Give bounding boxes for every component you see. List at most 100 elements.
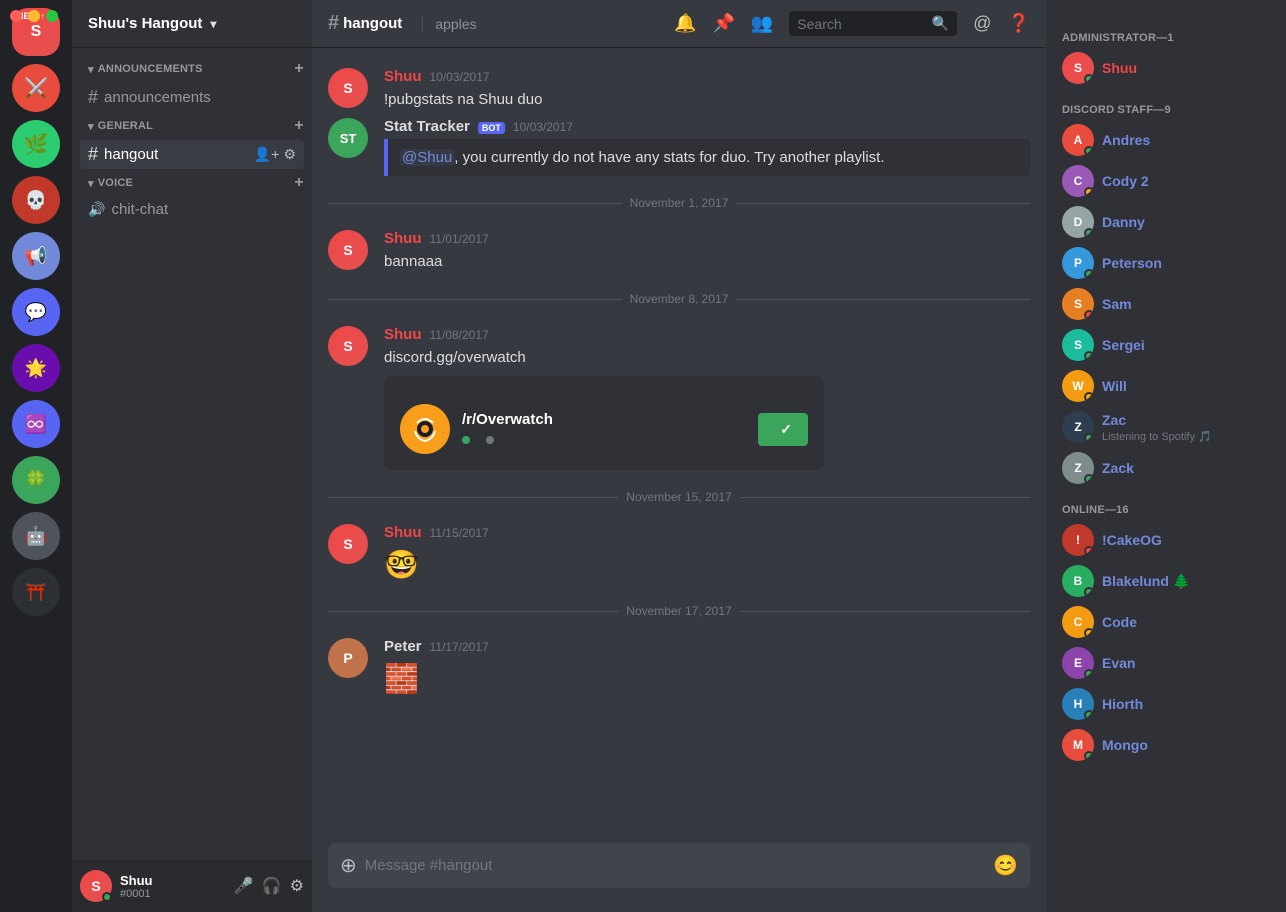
member-avatar: S xyxy=(1062,52,1094,84)
user-tag: #0001 xyxy=(120,888,226,900)
member-item-zac[interactable]: Z Zac Listening to Spotify 🎵 xyxy=(1054,407,1278,447)
member-item-danny[interactable]: D Danny xyxy=(1054,202,1278,242)
server-icon-discord[interactable]: 💬 xyxy=(12,288,60,336)
member-item-andres[interactable]: A Andres xyxy=(1054,120,1278,160)
message-group: S Shuu 11/15/2017 🤓 xyxy=(312,520,1046,588)
server-icon-infinity[interactable]: ♾️ xyxy=(12,400,60,448)
status-dot xyxy=(102,892,112,902)
member-avatar: W xyxy=(1062,370,1094,402)
avatar: ST xyxy=(328,118,368,158)
message-timestamp: 11/01/2017 xyxy=(430,232,489,246)
maximize-button[interactable] xyxy=(46,10,58,22)
channel-item-announcements[interactable]: # announcements xyxy=(80,83,304,112)
search-box[interactable]: 🔍 xyxy=(789,11,957,36)
help-icon[interactable]: ❓ xyxy=(1008,13,1030,34)
category-voice[interactable]: ▾ VOICE + xyxy=(72,170,312,196)
add-channel-button[interactable]: + xyxy=(294,60,304,78)
members-icon[interactable]: 👥 xyxy=(751,13,773,34)
user-avatar: S xyxy=(80,870,112,902)
join-button[interactable]: ✓ xyxy=(758,413,808,446)
close-button[interactable] xyxy=(10,10,22,22)
message-group: ST Stat Tracker BOT 10/03/2017 @Shuu, yo… xyxy=(312,114,1046,180)
member-item-sergei[interactable]: S Sergei xyxy=(1054,325,1278,365)
date-label: November 1, 2017 xyxy=(630,196,729,210)
bot-badge: BOT xyxy=(478,122,505,134)
avatar: S xyxy=(328,326,368,366)
status-indicator xyxy=(1084,751,1094,761)
member-item-shuu[interactable]: S Shuu xyxy=(1054,48,1278,88)
date-label: November 8, 2017 xyxy=(630,292,729,306)
message-group: P Peter 11/17/2017 🧱 xyxy=(312,634,1046,702)
member-item-blakelund[interactable]: B Blakelund 🌲 xyxy=(1054,561,1278,601)
invite-server-name: /r/Overwatch xyxy=(462,411,746,428)
avatar: S xyxy=(328,230,368,270)
member-avatar: E xyxy=(1062,647,1094,679)
microphone-icon[interactable]: 🎤 xyxy=(234,876,254,896)
server-icon-events2[interactable]: 🌟 xyxy=(12,344,60,392)
pin-icon[interactable]: 📌 xyxy=(712,13,734,34)
message-text: 🧱 xyxy=(384,659,1030,698)
settings-icon[interactable]: ⚙ xyxy=(283,146,296,163)
minimize-button[interactable] xyxy=(28,10,40,22)
speaker-icon: 🔊 xyxy=(88,201,105,218)
member-item-cakeog[interactable]: ! !CakeOG xyxy=(1054,520,1278,560)
member-count xyxy=(486,432,498,447)
avatar: S xyxy=(328,524,368,564)
search-icon: 🔍 xyxy=(932,15,949,32)
channel-item-chit-chat[interactable]: 🔊 chit-chat xyxy=(80,197,304,222)
member-name: Shuu xyxy=(1102,60,1137,76)
member-category-staff: DISCORD STAFF—9 xyxy=(1062,104,1270,116)
server-icon-leaf[interactable]: 🍀 xyxy=(12,456,60,504)
collapse-icon: ▾ xyxy=(88,63,94,76)
headphone-icon[interactable]: 🎧 xyxy=(262,876,282,896)
avatar: S xyxy=(328,68,368,108)
member-item-evan[interactable]: E Evan xyxy=(1054,643,1278,683)
message-group: S Shuu 11/01/2017 bannaaa xyxy=(312,226,1046,276)
server-icon-bot[interactable]: 🤖 xyxy=(12,512,60,560)
add-file-button[interactable]: ⊕ xyxy=(340,843,357,888)
member-item-code[interactable]: C Code xyxy=(1054,602,1278,642)
member-item-sam[interactable]: S Sam xyxy=(1054,284,1278,324)
channel-name-announcements: announcements xyxy=(104,89,211,106)
server-icon-pokemon[interactable]: ⚔️ xyxy=(12,64,60,112)
add-channel-button[interactable]: + xyxy=(294,174,304,192)
member-avatar: C xyxy=(1062,606,1094,638)
member-item-cody[interactable]: C Cody 2 xyxy=(1054,161,1278,201)
channel-list: ▾ ANNOUNCEMENTS + # announcements ▾ GENE… xyxy=(72,48,312,860)
member-item-zack[interactable]: Z Zack xyxy=(1054,448,1278,488)
search-input[interactable] xyxy=(797,16,924,32)
message-timestamp: 10/03/2017 xyxy=(430,70,490,84)
server-header[interactable]: Shuu's Hangout ▾ xyxy=(72,0,312,48)
window-controls xyxy=(10,10,58,22)
server-icon-red[interactable]: 💀 xyxy=(12,176,60,224)
server-icon-events1[interactable]: 📢 xyxy=(12,232,60,280)
message-timestamp: 11/17/2017 xyxy=(430,640,489,654)
member-name: Cody 2 xyxy=(1102,173,1149,189)
member-name: Zac xyxy=(1102,412,1126,428)
add-member-icon[interactable]: 👤+ xyxy=(254,146,280,163)
member-item-peterson[interactable]: P Peterson xyxy=(1054,243,1278,283)
member-name: Hiorth xyxy=(1102,696,1143,712)
member-dot xyxy=(486,436,494,444)
member-avatar: Z xyxy=(1062,452,1094,484)
channel-sidebar: Shuu's Hangout ▾ ▾ ANNOUNCEMENTS + # ann… xyxy=(72,0,312,912)
settings-icon[interactable]: ⚙ xyxy=(290,876,304,896)
at-icon[interactable]: @ xyxy=(973,13,991,34)
add-channel-button[interactable]: + xyxy=(294,117,304,135)
status-indicator xyxy=(1084,433,1094,443)
member-item-hiorth[interactable]: H Hiorth xyxy=(1054,684,1278,724)
category-announcements[interactable]: ▾ ANNOUNCEMENTS + xyxy=(72,56,312,82)
message-author: Shuu xyxy=(384,230,422,247)
bell-icon[interactable]: 🔔 xyxy=(674,13,696,34)
category-general[interactable]: ▾ GENERAL + xyxy=(72,113,312,139)
date-divider: November 17, 2017 xyxy=(328,604,1030,618)
member-avatar: S xyxy=(1062,288,1094,320)
member-item-mongo[interactable]: M Mongo xyxy=(1054,725,1278,765)
channel-item-hangout[interactable]: # hangout 👤+ ⚙ xyxy=(80,140,304,169)
message-author: Stat Tracker xyxy=(384,118,470,135)
message-input[interactable] xyxy=(365,846,985,885)
member-item-will[interactable]: W Will xyxy=(1054,366,1278,406)
server-icon-samurai[interactable]: ⛩️ xyxy=(12,568,60,616)
emoji-button[interactable]: 😊 xyxy=(993,853,1018,878)
server-icon-green[interactable]: 🌿 xyxy=(12,120,60,168)
